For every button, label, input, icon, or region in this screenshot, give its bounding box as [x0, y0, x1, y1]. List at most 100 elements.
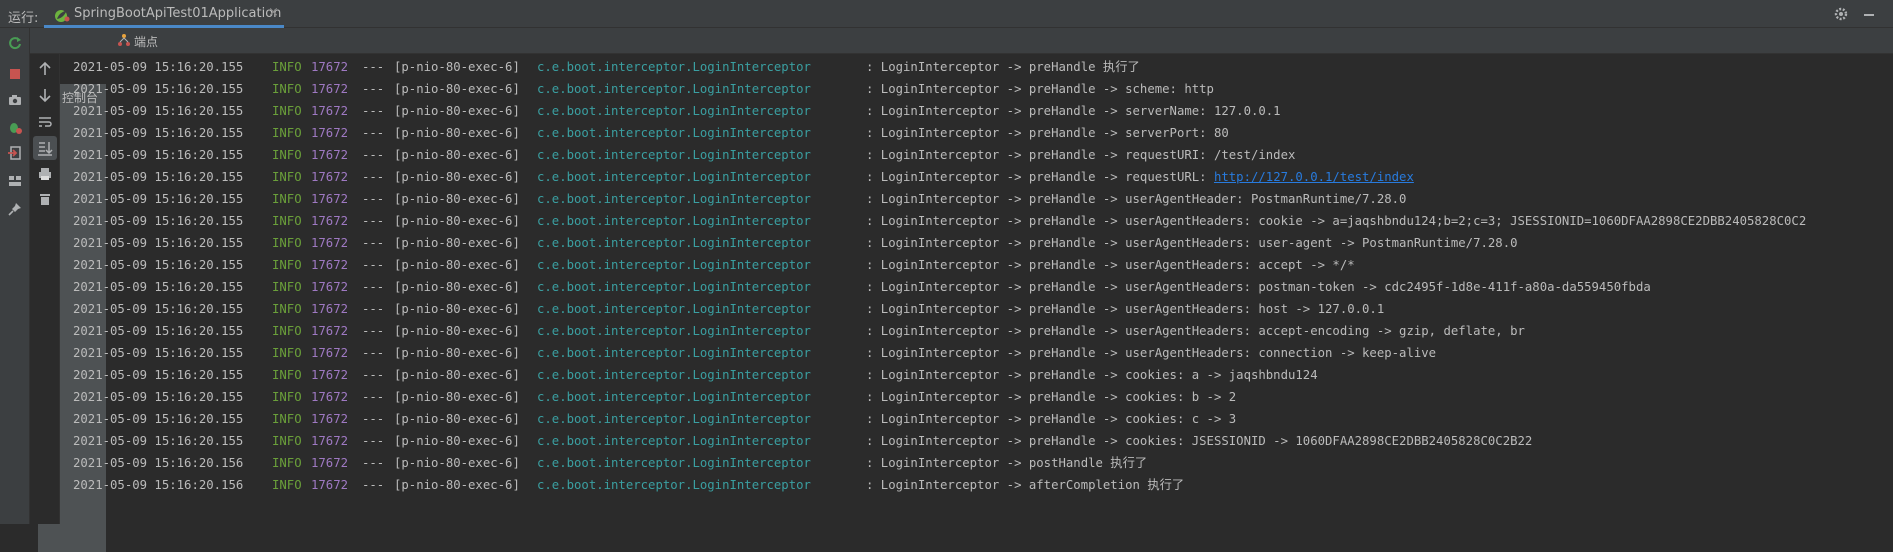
log-pid: 17672 — [311, 214, 349, 228]
log-level: INFO — [272, 390, 302, 404]
log-timestamp: 2021-05-09 15:16:20.156 — [73, 478, 244, 492]
log-pid: 17672 — [311, 126, 349, 140]
down-arrow-icon[interactable] — [37, 87, 53, 103]
minimize-icon[interactable] — [1861, 6, 1877, 22]
log-logger: c.e.boot.interceptor.LoginInterceptor — [537, 104, 811, 118]
log-message: : LoginInterceptor -> preHandle -> cooki… — [866, 434, 1533, 448]
log-pid: 17672 — [311, 478, 349, 492]
log-thread: [p-nio-80-exec-6] — [394, 258, 520, 272]
log-separator: --- — [362, 302, 385, 316]
console-output[interactable]: 2021-05-09 15:16:20.155 INFO 17672 --- [p-ni… — [61, 56, 1893, 524]
log-message: : LoginInterceptor -> preHandle -> cooki… — [866, 412, 1237, 426]
scroll-to-end-icon[interactable] — [33, 136, 57, 160]
layout-icon[interactable] — [7, 173, 23, 189]
tab-run-configuration[interactable]: SpringBootApiTest01Application × — [44, 0, 284, 28]
log-timestamp: 2021-05-09 15:16:20.155 — [73, 214, 244, 228]
log-thread: [p-nio-80-exec-6] — [394, 280, 520, 294]
log-line: 2021-05-09 15:16:20.155 INFO 17672 --- [p-ni… — [61, 320, 1893, 342]
log-line: 2021-05-09 15:16:20.156 INFO 17672 --- [p-ni… — [61, 452, 1893, 474]
endpoints-icon — [118, 34, 130, 46]
log-line: 2021-05-09 15:16:20.155 INFO 17672 --- [p-ni… — [61, 232, 1893, 254]
log-message: : LoginInterceptor -> preHandle -> cooki… — [866, 368, 1318, 382]
log-thread: [p-nio-80-exec-6] — [394, 390, 520, 404]
log-message: : LoginInterceptor -> preHandle -> cooki… — [866, 390, 1237, 404]
log-separator: --- — [362, 258, 385, 272]
log-timestamp: 2021-05-09 15:16:20.155 — [73, 170, 244, 184]
tab-endpoints[interactable]: 端点 — [110, 28, 190, 53]
tab-endpoints-label: 端点 — [134, 35, 159, 49]
log-separator: --- — [362, 346, 385, 360]
log-message: : LoginInterceptor -> preHandle -> userA… — [866, 280, 1651, 294]
settings-icon[interactable] — [1833, 6, 1849, 22]
log-logger: c.e.boot.interceptor.LoginInterceptor — [537, 302, 811, 316]
log-separator: --- — [362, 148, 385, 162]
log-pid: 17672 — [311, 368, 349, 382]
log-logger: c.e.boot.interceptor.LoginInterceptor — [537, 82, 811, 96]
run-actions-bar — [0, 28, 30, 524]
log-logger: c.e.boot.interceptor.LoginInterceptor — [537, 148, 811, 162]
log-line: 2021-05-09 15:16:20.155 INFO 17672 --- [p-ni… — [61, 56, 1893, 78]
log-timestamp: 2021-05-09 15:16:20.155 — [73, 104, 244, 118]
log-pid: 17672 — [311, 456, 349, 470]
trash-icon[interactable] — [37, 191, 53, 207]
log-message: : LoginInterceptor -> afterCompletion 执行… — [866, 478, 1185, 492]
log-pid: 17672 — [311, 258, 349, 272]
log-logger: c.e.boot.interceptor.LoginInterceptor — [537, 434, 811, 448]
log-level: INFO — [272, 302, 302, 316]
log-timestamp: 2021-05-09 15:16:20.155 — [73, 126, 244, 140]
log-pid: 17672 — [311, 82, 349, 96]
log-level: INFO — [272, 412, 302, 426]
log-separator: --- — [362, 324, 385, 338]
pin-icon[interactable] — [7, 201, 23, 217]
console-tools — [30, 54, 60, 524]
request-url-link[interactable]: http://127.0.0.1/test/index — [1214, 170, 1414, 184]
log-separator: --- — [362, 192, 385, 206]
debug-icon[interactable] — [7, 119, 23, 135]
log-timestamp: 2021-05-09 15:16:20.155 — [73, 434, 244, 448]
close-icon[interactable]: × — [268, 5, 279, 20]
log-separator: --- — [362, 82, 385, 96]
log-line: 2021-05-09 15:16:20.155 INFO 17672 --- [p-ni… — [61, 408, 1893, 430]
log-separator: --- — [362, 280, 385, 294]
log-logger: c.e.boot.interceptor.LoginInterceptor — [537, 214, 811, 228]
up-arrow-icon[interactable] — [37, 61, 53, 77]
log-message: : LoginInterceptor -> preHandle -> userA… — [866, 302, 1385, 316]
log-message: : LoginInterceptor -> preHandle -> schem… — [866, 82, 1214, 96]
stop-icon[interactable] — [7, 66, 23, 82]
log-line: 2021-05-09 15:16:20.155 INFO 17672 --- [p-ni… — [61, 254, 1893, 276]
soft-wrap-icon[interactable] — [37, 114, 53, 130]
log-timestamp: 2021-05-09 15:16:20.155 — [73, 324, 244, 338]
log-message: : LoginInterceptor -> preHandle -> userA… — [866, 236, 1518, 250]
log-line: 2021-05-09 15:16:20.155 INFO 17672 --- [p-ni… — [61, 78, 1893, 100]
log-timestamp: 2021-05-09 15:16:20.155 — [73, 258, 244, 272]
log-thread: [p-nio-80-exec-6] — [394, 104, 520, 118]
log-message: : LoginInterceptor -> preHandle -> serve… — [866, 104, 1281, 118]
log-line: 2021-05-09 15:16:20.155 INFO 17672 --- [p-ni… — [61, 122, 1893, 144]
rerun-icon[interactable] — [7, 35, 23, 51]
log-message: : LoginInterceptor -> preHandle -> userA… — [866, 324, 1525, 338]
log-level: INFO — [272, 434, 302, 448]
log-thread: [p-nio-80-exec-6] — [394, 302, 520, 316]
log-line: 2021-05-09 15:16:20.155 INFO 17672 --- [p-ni… — [61, 364, 1893, 386]
log-timestamp: 2021-05-09 15:16:20.156 — [73, 456, 244, 470]
log-separator: --- — [362, 60, 385, 74]
log-level: INFO — [272, 368, 302, 382]
print-icon[interactable] — [37, 166, 53, 182]
log-level: INFO — [272, 148, 302, 162]
camera-icon[interactable] — [7, 92, 23, 108]
log-separator: --- — [362, 368, 385, 382]
log-timestamp: 2021-05-09 15:16:20.155 — [73, 368, 244, 382]
log-logger: c.e.boot.interceptor.LoginInterceptor — [537, 412, 811, 426]
log-pid: 17672 — [311, 390, 349, 404]
log-logger: c.e.boot.interceptor.LoginInterceptor — [537, 346, 811, 360]
log-line: 2021-05-09 15:16:20.155 INFO 17672 --- [p-ni… — [61, 298, 1893, 320]
log-separator: --- — [362, 104, 385, 118]
log-pid: 17672 — [311, 170, 349, 184]
log-thread: [p-nio-80-exec-6] — [394, 236, 520, 250]
exit-icon[interactable] — [7, 145, 23, 161]
log-message: : LoginInterceptor -> preHandle -> reque… — [866, 170, 1414, 184]
run-toolwindow-header: 运行: SpringBootApiTest01Application × — [0, 0, 1893, 28]
log-pid: 17672 — [311, 192, 349, 206]
log-message: : LoginInterceptor -> preHandle -> userA… — [866, 258, 1355, 272]
log-thread: [p-nio-80-exec-6] — [394, 148, 520, 162]
